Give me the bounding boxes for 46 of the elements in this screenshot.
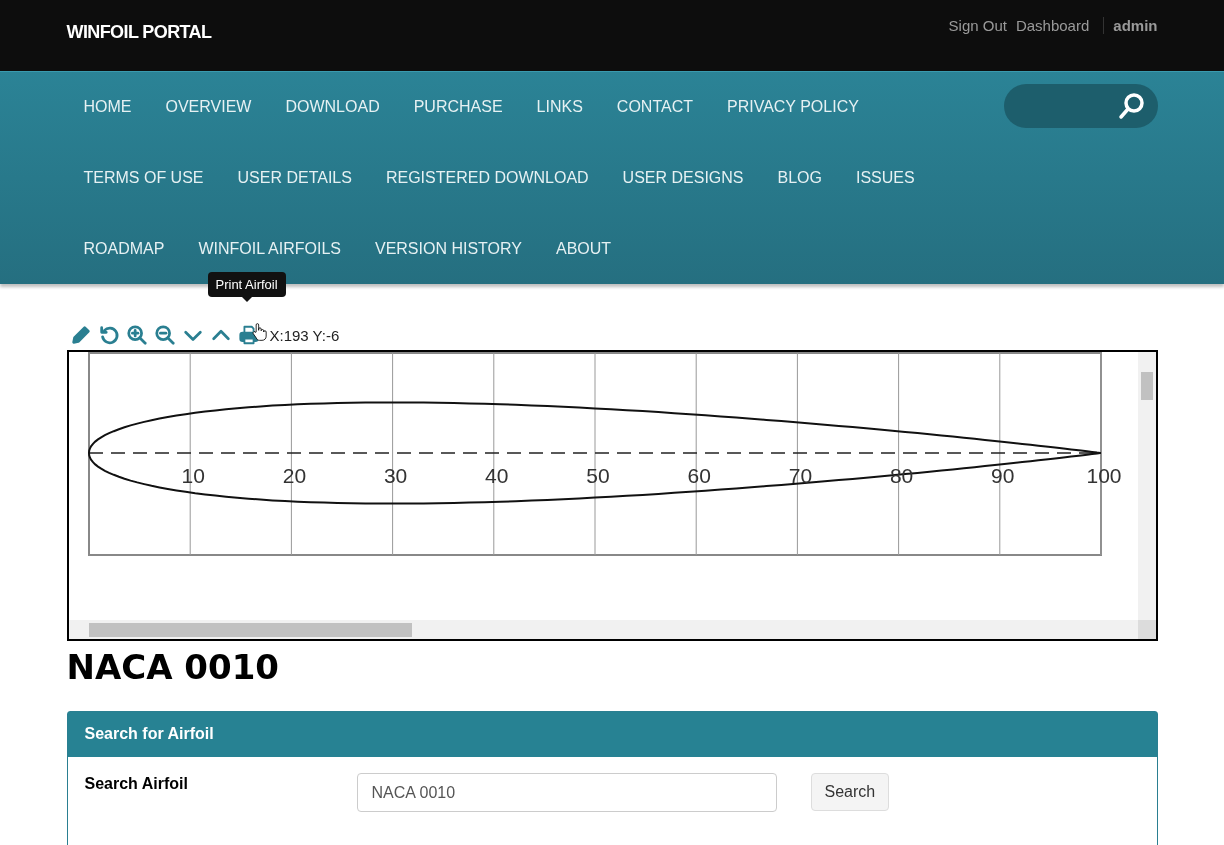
nav-link[interactable]: REGISTERED DOWNLOAD bbox=[385, 167, 589, 189]
axis-label: 40 bbox=[484, 464, 508, 487]
axis-label: 70 bbox=[788, 464, 812, 487]
nav-link[interactable]: DOWNLOAD bbox=[285, 96, 380, 118]
header-link[interactable]: Sign Out bbox=[948, 17, 1007, 34]
vertical-scrollbar[interactable] bbox=[1137, 352, 1156, 620]
site-logo[interactable]: WINFOIL PORTAL bbox=[66, 22, 212, 43]
nav-link[interactable]: WINFOIL AIRFOILS bbox=[198, 238, 341, 260]
coordinates-readout: X:193 Y:-6 bbox=[269, 327, 340, 346]
nav-link[interactable]: PURCHASE bbox=[413, 96, 503, 118]
axis-label: 100 bbox=[1086, 464, 1121, 487]
header-link[interactable]: Dashboard bbox=[1015, 17, 1090, 34]
search-icon[interactable] bbox=[1117, 92, 1146, 120]
undo-icon[interactable] bbox=[97, 324, 120, 346]
nav-link[interactable]: LINKS bbox=[536, 96, 583, 118]
axis-label: 90 bbox=[990, 464, 1014, 487]
hand-cursor-icon bbox=[251, 322, 267, 342]
axis-label: 60 bbox=[687, 464, 711, 487]
field-label: Search Airfoil bbox=[84, 775, 189, 793]
axis-label: 30 bbox=[383, 464, 407, 487]
nav-link[interactable]: ABOUT bbox=[555, 238, 612, 260]
nav-link[interactable]: VERSION HISTORY bbox=[374, 238, 522, 260]
user-name[interactable]: admin bbox=[1103, 17, 1158, 34]
nav-link[interactable]: USER DETAILS bbox=[237, 167, 352, 189]
tooltip: Print Airfoil bbox=[207, 272, 286, 302]
nav-link[interactable]: TERMS OF USE bbox=[83, 167, 204, 189]
axis-label: 50 bbox=[585, 464, 610, 487]
nav-link[interactable]: CONTACT bbox=[616, 96, 693, 118]
zoom-in-icon[interactable] bbox=[125, 324, 148, 346]
pencil-icon[interactable] bbox=[69, 324, 92, 346]
panel-title: Search for Airfoil bbox=[67, 712, 1157, 757]
airfoil-search-field[interactable]: NACA 0010 bbox=[356, 773, 777, 812]
axis-label: 10 bbox=[181, 464, 205, 487]
search-button[interactable]: Search bbox=[810, 773, 890, 811]
zoom-out-icon[interactable] bbox=[153, 324, 176, 346]
nav-link[interactable]: USER DESIGNS bbox=[622, 167, 744, 189]
axis-label: 20 bbox=[282, 464, 306, 487]
nav-link[interactable]: ROADMAP bbox=[83, 238, 165, 260]
nav-link[interactable]: ISSUES bbox=[856, 167, 915, 189]
nav-link[interactable]: HOME bbox=[83, 96, 132, 118]
horizontal-scrollbar[interactable] bbox=[68, 620, 1138, 639]
nav-link[interactable]: PRIVACY POLICY bbox=[727, 96, 859, 118]
nav-link[interactable]: OVERVIEW bbox=[165, 96, 252, 118]
airfoil-title: NACA 0010 bbox=[66, 647, 279, 687]
search-field[interactable] bbox=[1003, 84, 1158, 128]
nav-link[interactable]: BLOG bbox=[777, 167, 822, 189]
